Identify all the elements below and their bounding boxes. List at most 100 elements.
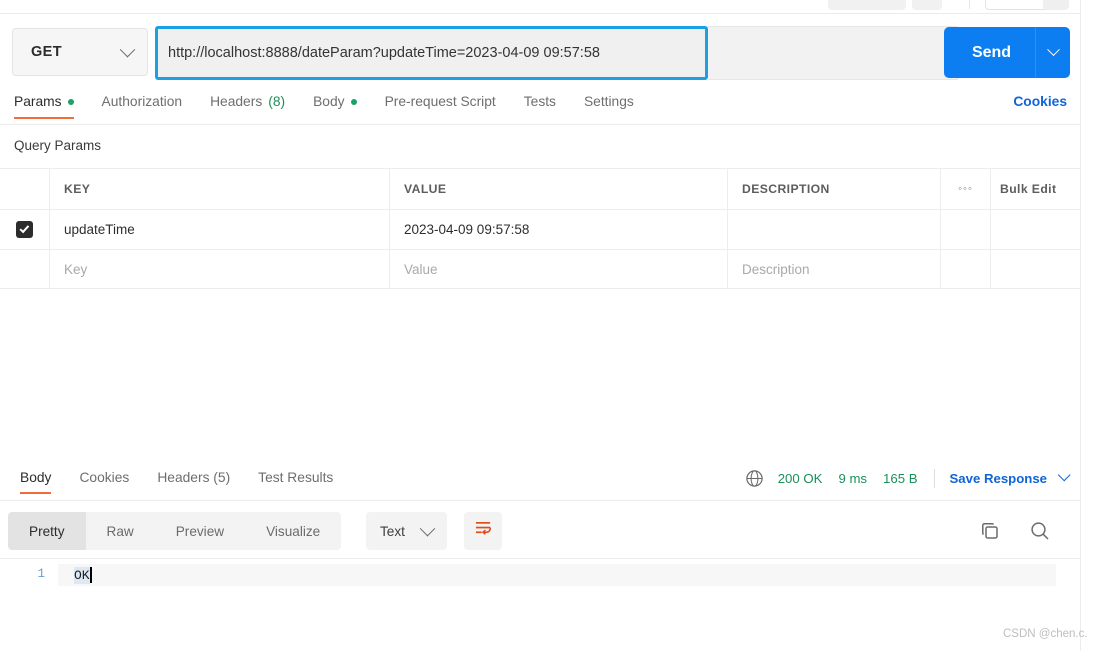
- view-mode-visualize[interactable]: Visualize: [245, 512, 341, 550]
- row-end-cell: [991, 210, 1080, 249]
- header-checkbox-cell: [0, 169, 50, 209]
- copy-button[interactable]: [978, 519, 1002, 548]
- param-value-cell[interactable]: 2023-04-09 09:57:58: [390, 210, 728, 249]
- chevron-down-icon: [419, 520, 436, 536]
- ghost-control-a[interactable]: [828, 0, 906, 10]
- send-button[interactable]: Send: [944, 27, 1070, 78]
- response-view-mode-group: Pretty Raw Preview Visualize: [8, 512, 342, 550]
- request-tab-settings[interactable]: Settings: [584, 92, 634, 109]
- http-method-selector[interactable]: GET: [12, 28, 148, 76]
- response-body-editor[interactable]: 1 OK: [0, 558, 1080, 651]
- ghost-control-d[interactable]: [1043, 0, 1069, 10]
- line-number: 1: [37, 567, 45, 581]
- editor-line[interactable]: OK: [58, 564, 1056, 586]
- url-input-value: http://localhost:8888/dateParam?updateTi…: [168, 45, 600, 61]
- chevron-down-icon: [119, 41, 136, 57]
- request-tab-pre-request-script[interactable]: Pre-request Script: [385, 92, 496, 109]
- param-description-cell[interactable]: [728, 210, 941, 249]
- table-row-empty: Key Value Description: [0, 249, 1080, 289]
- row-spacer-cell: [941, 210, 991, 249]
- search-button[interactable]: [1028, 519, 1052, 548]
- response-body-text: OK: [74, 566, 90, 584]
- request-tab-params[interactable]: Params: [14, 92, 74, 119]
- text-cursor: [89, 567, 92, 583]
- tab-label: Body: [20, 470, 52, 485]
- response-tab-body[interactable]: Body: [20, 470, 52, 494]
- tab-label: Cookies: [79, 470, 130, 485]
- bulk-edit-button[interactable]: Bulk Edit: [991, 169, 1080, 209]
- url-input-extension[interactable]: [708, 26, 960, 80]
- table-header-row: KEY VALUE DESCRIPTION ◦◦◦ Bulk Edit: [0, 168, 1080, 209]
- tab-label: Pre-request Script: [384, 94, 496, 109]
- empty-row-end-cell: [991, 250, 1080, 288]
- view-mode-pretty[interactable]: Pretty: [8, 512, 86, 550]
- response-tab-test-results[interactable]: Test Results: [258, 470, 333, 485]
- new-param-value-input[interactable]: Value: [390, 250, 728, 288]
- search-icon: [1031, 522, 1049, 540]
- response-status: 200 OK: [777, 471, 823, 486]
- request-tabs: Params Authorization Headers (8) Body Pre-req…: [0, 92, 1080, 125]
- globe-icon: [745, 469, 764, 488]
- cookies-link[interactable]: Cookies: [1013, 94, 1067, 109]
- active-tab-underline: [14, 116, 74, 119]
- watermark: CSDN @chen.c.: [1003, 628, 1088, 640]
- tab-label: Body: [313, 94, 345, 109]
- save-response-button[interactable]: Save Response: [950, 471, 1048, 486]
- header-key: KEY: [50, 169, 390, 209]
- chevron-down-icon[interactable]: [1057, 468, 1071, 482]
- top-cutoff-strip: [0, 0, 1080, 14]
- send-button-label: Send: [971, 43, 1012, 61]
- unsaved-indicator-dot: [67, 98, 74, 105]
- request-tab-body[interactable]: Body: [313, 92, 357, 109]
- ghost-control-b[interactable]: [912, 0, 942, 10]
- param-enabled-checkbox[interactable]: [16, 221, 33, 238]
- response-size: 165 B: [883, 471, 918, 486]
- view-mode-raw[interactable]: Raw: [86, 512, 155, 550]
- ghost-control-c[interactable]: [985, 0, 1049, 10]
- table-options-button[interactable]: ◦◦◦: [941, 169, 991, 209]
- tab-label: Headers (5): [157, 470, 231, 485]
- tab-count: (8): [268, 94, 286, 109]
- more-options-icon: ◦◦◦: [958, 183, 973, 195]
- tab-label: Headers: [210, 94, 263, 109]
- url-input[interactable]: http://localhost:8888/dateParam?updateTi…: [155, 26, 708, 80]
- tab-label: Settings: [583, 94, 634, 109]
- request-url-bar: GET http://localhost:8888/dateParam?upda…: [0, 22, 1080, 84]
- response-toolbar: Pretty Raw Preview Visualize Text: [0, 512, 1080, 550]
- query-params-title: Query Params: [14, 138, 102, 153]
- request-body-blank-area: [0, 290, 1080, 460]
- tab-label: Authorization: [101, 94, 183, 109]
- response-time: 9 ms: [838, 471, 868, 486]
- empty-row-checkbox-cell: [0, 250, 50, 288]
- empty-row-spacer-cell: [941, 250, 991, 288]
- wrap-lines-icon: [474, 520, 493, 542]
- tab-label: Test Results: [258, 470, 334, 485]
- response-tab-cookies[interactable]: Cookies: [79, 470, 129, 485]
- response-meta: 200 OK 9 ms 165 B Save Response: [745, 468, 1072, 488]
- active-tab-underline: [20, 491, 52, 494]
- response-header: Body Cookies Headers (5) Test Results 200 O…: [0, 462, 1080, 501]
- view-mode-preview[interactable]: Preview: [155, 512, 245, 550]
- new-param-description-input[interactable]: Description: [728, 250, 941, 288]
- ghost-divider: [969, 0, 970, 9]
- request-tab-headers[interactable]: Headers (8): [210, 92, 285, 109]
- response-tab-headers-[interactable]: Headers (5): [157, 470, 230, 485]
- right-side-panel: [1081, 0, 1105, 651]
- meta-divider: [933, 469, 935, 488]
- http-method-label: GET: [31, 44, 63, 60]
- new-param-key-input[interactable]: Key: [50, 250, 390, 288]
- wrap-lines-button[interactable]: [464, 512, 502, 550]
- editor-gutter: 1: [0, 559, 58, 651]
- request-tab-tests[interactable]: Tests: [524, 92, 556, 109]
- postman-window: GET http://localhost:8888/dateParam?upda…: [0, 0, 1105, 651]
- request-tab-authorization[interactable]: Authorization: [102, 92, 183, 109]
- header-value: VALUE: [390, 169, 728, 209]
- send-options-button[interactable]: [1036, 43, 1070, 57]
- tab-label: Tests: [523, 94, 556, 109]
- param-key-cell[interactable]: updateTime: [50, 210, 390, 249]
- response-format-selector[interactable]: Text: [366, 512, 447, 550]
- chevron-down-icon: [1046, 43, 1060, 57]
- unsaved-indicator-dot: [350, 98, 357, 105]
- header-description: DESCRIPTION: [728, 169, 941, 209]
- tab-label: Params: [14, 94, 62, 109]
